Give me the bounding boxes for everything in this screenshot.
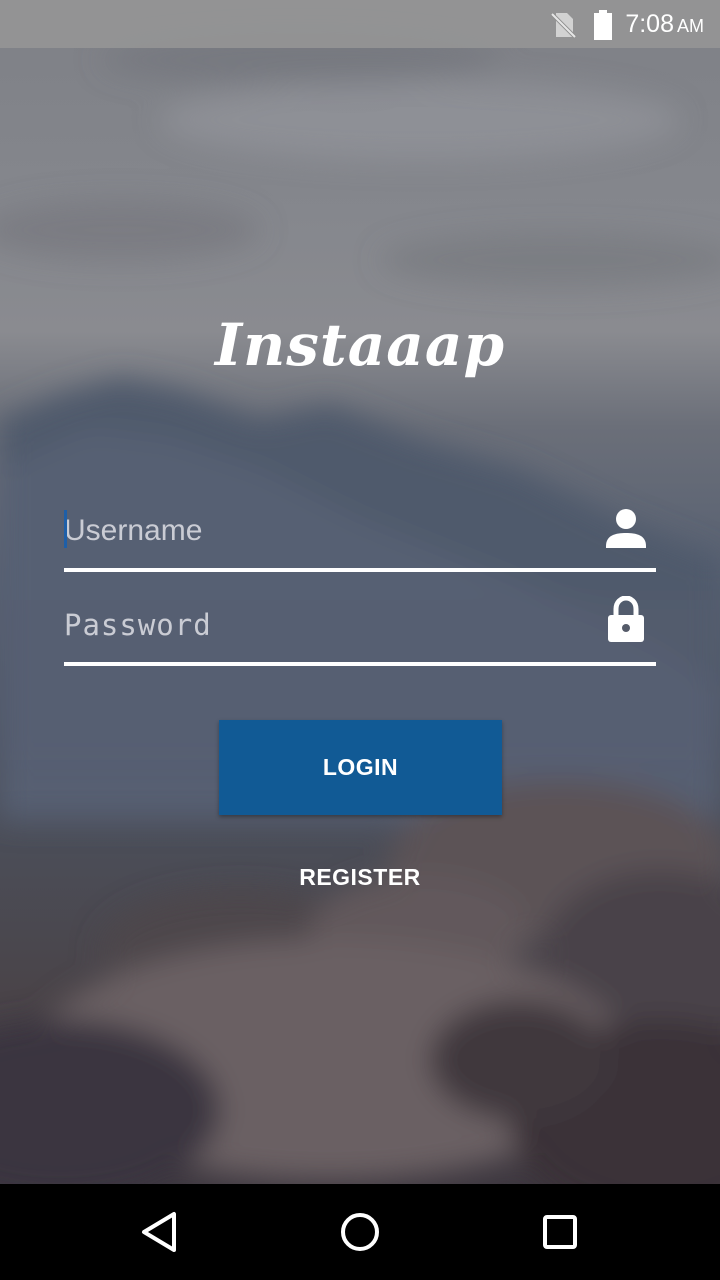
register-button[interactable]: REGISTER [260, 850, 460, 904]
username-field-container [64, 504, 656, 572]
no-sim-icon [550, 12, 577, 39]
status-ampm-text: AM [677, 16, 704, 36]
username-input[interactable] [64, 504, 584, 558]
lock-icon [608, 596, 644, 642]
status-clock: 7:08 AM [625, 8, 704, 42]
recents-icon[interactable] [536, 1208, 584, 1256]
status-bar: 7:08 AM [0, 0, 720, 48]
login-button-label: LOGIN [322, 754, 399, 780]
text-cursor [64, 510, 67, 548]
login-screen: 7:08AM Instaaap LOGIN REGISTER [0, 0, 720, 1280]
password-input[interactable] [64, 598, 584, 652]
app-logo: Instaaap [214, 311, 506, 379]
login-button[interactable]: LOGIN [219, 720, 502, 815]
register-button-label: REGISTER [299, 863, 421, 890]
home-icon[interactable] [336, 1208, 384, 1256]
person-icon [606, 509, 646, 548]
status-time-text: 7:08 [625, 10, 674, 38]
navigation-bar [0, 1184, 720, 1280]
password-field-container [64, 596, 656, 666]
background-image [0, 0, 720, 1184]
battery-icon [594, 10, 612, 40]
mountain-landscape-image [0, 34, 720, 1184]
back-icon[interactable] [136, 1208, 184, 1256]
